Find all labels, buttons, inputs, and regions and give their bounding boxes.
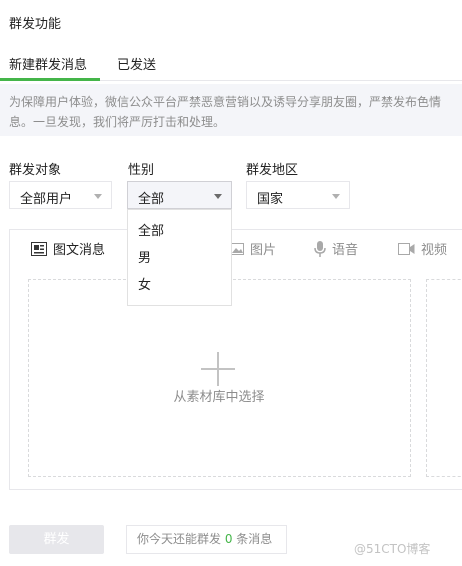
gender-option-all[interactable]: 全部 [138, 220, 164, 239]
gender-label: 性别 [128, 163, 155, 178]
gender-select-value: 全部 [138, 192, 165, 207]
gender-option-male[interactable]: 男 [138, 247, 151, 266]
image-icon [230, 242, 244, 255]
gender-option-female[interactable]: 女 [138, 274, 151, 293]
region-label: 群发地区 [246, 163, 299, 178]
type-tab-image[interactable]: 图片 [230, 239, 276, 258]
notice-line-2: 息。一旦发现，我们将严厉打击和处理。 [9, 115, 226, 129]
active-tab-indicator [0, 78, 100, 81]
quota-suffix: 条消息 [232, 532, 273, 546]
type-tab-voice[interactable]: 语音 [314, 239, 358, 258]
notice-text: 为保障用户体验，微信公众平台严禁恶意营销以及诱导分享朋友圈，严禁发布色情 息。一… [9, 92, 462, 132]
type-tab-news[interactable]: 图文消息 [31, 239, 105, 258]
material-select-text: 从素材库中选择 [173, 390, 265, 405]
chevron-down-icon [332, 194, 340, 199]
region-select-value: 国家 [257, 192, 284, 207]
gender-select[interactable]: 全部 [127, 181, 232, 209]
video-icon [398, 242, 415, 255]
notice-line-1: 为保障用户体验，微信公众平台严禁恶意营销以及诱导分享朋友圈，严禁发布色情 [9, 95, 442, 109]
chevron-down-icon [94, 194, 102, 199]
region-select[interactable]: 国家 [246, 181, 350, 209]
gender-dropdown-menu: 全部 男 女 [127, 209, 232, 306]
watermark: @51CTO博客 [354, 542, 431, 556]
type-tab-image-label: 图片 [250, 243, 277, 258]
type-tab-video[interactable]: 视频 [398, 239, 447, 258]
target-select-value: 全部用户 [20, 192, 73, 207]
page-title: 群发功能 [9, 17, 62, 32]
tab-sent[interactable]: 已发送 [117, 54, 156, 73]
tab-new-mass-message[interactable]: 新建群发消息 [9, 54, 87, 73]
quota-prefix: 你今天还能群发 [137, 532, 225, 546]
send-button[interactable]: 群发 [9, 525, 104, 554]
plus-icon-horizontal [201, 368, 235, 370]
create-new-panel[interactable] [426, 279, 462, 477]
type-tab-video-label: 视频 [421, 243, 448, 258]
news-icon [31, 241, 47, 256]
target-label: 群发对象 [9, 163, 62, 178]
target-select[interactable]: 全部用户 [9, 181, 112, 209]
microphone-icon [314, 240, 326, 257]
material-select-panel[interactable] [28, 279, 411, 477]
chevron-down-icon [214, 194, 222, 199]
type-tab-voice-label: 语音 [332, 243, 359, 258]
type-tab-news-label: 图文消息 [53, 243, 106, 258]
quota-info: 你今天还能群发 0 条消息 [126, 525, 287, 554]
